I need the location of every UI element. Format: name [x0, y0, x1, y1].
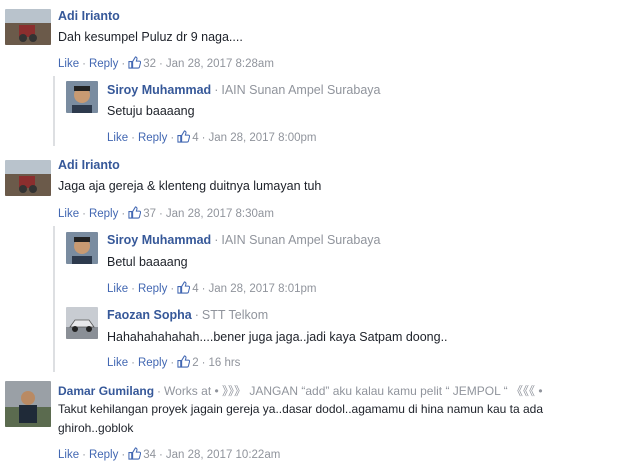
like-button[interactable]: Like	[58, 449, 79, 461]
thumbs-up-icon	[128, 206, 141, 219]
portrait-avatar[interactable]	[66, 232, 98, 264]
reply-button[interactable]: Reply	[138, 357, 167, 369]
like-count[interactable]: 37	[143, 208, 156, 220]
like-button[interactable]: Like	[107, 357, 128, 369]
comment-text: ghiroh..goblok	[58, 421, 134, 435]
reply-button[interactable]: Reply	[89, 208, 118, 220]
commenter-name[interactable]: Damar Gumilang	[58, 384, 154, 398]
thumbs-up-icon	[128, 56, 141, 69]
comment-time[interactable]: Jan 28, 2017 8:30am	[166, 208, 274, 220]
commenter-affiliation[interactable]: Works at • 》》》 JANGAN “add” aku kalau ka…	[164, 384, 543, 398]
like-count[interactable]: 32	[143, 58, 156, 70]
commenter-affiliation[interactable]: STT Telkom	[202, 308, 268, 322]
comment-time[interactable]: Jan 28, 2017 10:22am	[166, 449, 280, 461]
comment-time[interactable]: 16 hrs	[208, 357, 240, 369]
person-avatar[interactable]	[5, 381, 51, 427]
comment-header: Adi Irianto	[58, 158, 120, 172]
comment-text: Hahahahahahah....bener juga jaga..jadi k…	[107, 330, 448, 344]
landscape-avatar[interactable]	[5, 9, 51, 45]
comment-header: Siroy Muhammad · IAIN Sunan Ampel Surabaya	[107, 83, 381, 97]
reply-thread-line	[53, 76, 55, 146]
thumbs-up-icon	[177, 355, 190, 368]
comment-actions: Like · Reply · 37 · Jan 28, 2017 8:30am	[58, 206, 274, 220]
commenter-name[interactable]: Adi Irianto	[58, 158, 120, 172]
comment-header: Damar Gumilang · Works at • 》》》 JANGAN “ad…	[58, 384, 543, 398]
reply-button[interactable]: Reply	[89, 58, 118, 70]
comment-actions: Like · Reply · 4 · Jan 28, 2017 8:00pm	[107, 130, 317, 144]
comment-time[interactable]: Jan 28, 2017 8:01pm	[208, 283, 316, 295]
like-button[interactable]: Like	[58, 58, 79, 70]
comment-time[interactable]: Jan 28, 2017 8:28am	[166, 58, 274, 70]
like-count[interactable]: 34	[143, 449, 156, 461]
thumbs-up-icon	[177, 130, 190, 143]
comment-actions: Like · Reply · 34 · Jan 28, 2017 10:22am	[58, 447, 281, 461]
comment-text: Takut kehilangan proyek jagain gereja ya…	[58, 402, 543, 416]
reply-button[interactable]: Reply	[138, 283, 167, 295]
reply-button[interactable]: Reply	[138, 132, 167, 144]
landscape-avatar[interactable]	[5, 160, 51, 196]
comment-header: Adi Irianto	[58, 9, 120, 23]
like-count[interactable]: 2	[192, 357, 198, 369]
thumbs-up-icon	[128, 447, 141, 460]
reply-button[interactable]: Reply	[89, 449, 118, 461]
comment-text: Setuju baaaang	[107, 104, 195, 118]
comment-text: Jaga aja gereja & klenteng duitnya lumay…	[58, 179, 322, 193]
like-button[interactable]: Like	[58, 208, 79, 220]
comment-header: Faozan Sopha · STT Telkom	[107, 308, 269, 322]
reply-thread-line	[53, 226, 55, 372]
like-count[interactable]: 4	[192, 283, 198, 295]
like-button[interactable]: Like	[107, 283, 128, 295]
portrait-avatar[interactable]	[66, 81, 98, 113]
commenter-name[interactable]: Siroy Muhammad	[107, 83, 211, 97]
comment-text: Dah kesumpel Puluz dr 9 naga....	[58, 30, 243, 44]
like-button[interactable]: Like	[107, 132, 128, 144]
commenter-affiliation[interactable]: IAIN Sunan Ampel Surabaya	[221, 83, 380, 97]
commenter-name[interactable]: Siroy Muhammad	[107, 233, 211, 247]
thumbs-up-icon	[177, 281, 190, 294]
comment-actions: Like · Reply · 2 · 16 hrs	[107, 355, 241, 369]
like-count[interactable]: 4	[192, 132, 198, 144]
commenter-name[interactable]: Adi Irianto	[58, 9, 120, 23]
comment-actions: Like · Reply · 4 · Jan 28, 2017 8:01pm	[107, 281, 317, 295]
car-avatar[interactable]	[66, 307, 98, 339]
commenter-affiliation[interactable]: IAIN Sunan Ampel Surabaya	[221, 233, 380, 247]
comment-text: Betul baaaang	[107, 255, 188, 269]
commenter-name[interactable]: Faozan Sopha	[107, 308, 192, 322]
comment-header: Siroy Muhammad · IAIN Sunan Ampel Surabaya	[107, 233, 381, 247]
comment-actions: Like · Reply · 32 · Jan 28, 2017 8:28am	[58, 56, 274, 70]
comment-time[interactable]: Jan 28, 2017 8:00pm	[208, 132, 316, 144]
